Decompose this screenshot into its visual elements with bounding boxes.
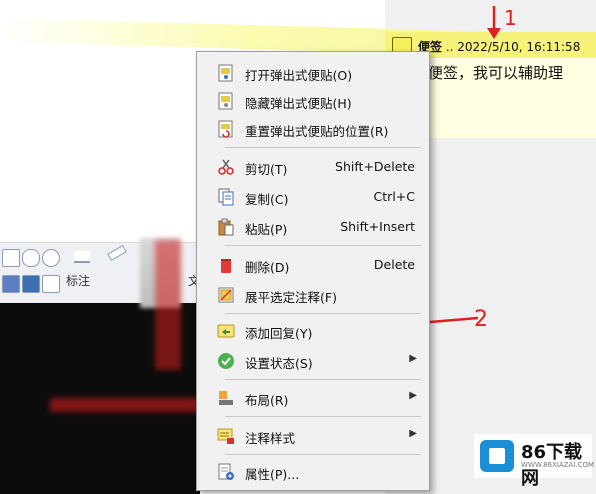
menu-item-add-reply[interactable]: 添加回复(Y) [197,317,429,345]
note-hide-icon [218,92,233,110]
image-tool-icon[interactable] [42,275,60,293]
paste-icon [218,218,234,236]
menu-separator [225,245,421,246]
annotation-arrow-1 [487,6,501,39]
context-menu: 打开弹出式便贴(O) 隐藏弹出式便贴(H) 重置弹出式便贴的位置(R) 剪切(T… [196,51,430,491]
toolbar-label-annotate[interactable]: 标注 [66,272,90,289]
area-tool-icon[interactable] [22,275,40,293]
menu-item-label: 添加回复(Y) [245,326,313,341]
menu-item-label: 删除(D) [245,260,290,275]
menu-item-paste[interactable]: 粘贴(P) Shift+Insert [197,213,429,241]
note-title: 便签 .. 2022/5/10, 16:11:58 [418,38,580,55]
note-open-icon [218,64,233,82]
scissors-icon [218,159,234,175]
menu-item-hide-popup[interactable]: 隐藏弹出式便贴(H) [197,87,429,115]
flatten-icon [218,287,234,303]
submenu-arrow-icon: ▶ [409,428,417,439]
menu-item-label: 隐藏弹出式便贴(H) [245,96,352,111]
note-timestamp: .. 2022/5/10, 16:11:58 [442,40,581,54]
menu-item-label: 剪切(T) [245,162,288,177]
menu-item-delete[interactable]: 删除(D) Delete [197,251,429,279]
red-annotation-mark [155,240,181,370]
annotation-number-1: 1 [504,6,517,30]
submenu-arrow-icon: ▶ [409,353,417,364]
menu-item-label: 粘贴(P) [245,222,288,237]
note-icon [392,37,412,52]
menu-item-shortcut: Shift+Delete [335,159,415,174]
menu-item-reset-popup-position[interactable]: 重置弹出式便贴的位置(R) [197,115,429,143]
ellipse-tool-icon[interactable] [42,249,60,267]
scissors-tool-icon[interactable] [108,275,124,291]
status-check-icon [218,353,234,369]
reply-icon [217,324,235,338]
menu-separator [225,379,421,380]
menu-item-open-popup[interactable]: 打开弹出式便贴(O) [197,59,429,87]
stamp-tool-icon[interactable] [2,275,20,293]
menu-item-label: 设置状态(S) [245,356,313,371]
menu-separator [225,147,421,148]
line-tool-icon[interactable] [107,245,127,261]
menu-item-label: 注释样式 [245,431,296,446]
menu-separator [225,454,421,455]
menu-item-layout[interactable]: 布局(R) ▶ [197,384,429,412]
menu-item-label: 布局(R) [245,393,289,408]
watermark-cube-icon [489,448,505,464]
menu-item-set-status[interactable]: 设置状态(S) ▶ [197,347,429,375]
watermark-url: WWW.86XIAZAI.COM [521,461,595,469]
menu-item-label: 重置弹出式便贴的位置(R) [245,124,389,139]
properties-icon [218,463,234,480]
layout-icon [219,391,233,405]
submenu-arrow-icon: ▶ [409,390,417,401]
menu-item-label: 展平选定注释(F) [245,290,337,305]
annotation-style-icon [217,428,234,444]
menu-item-label: 复制(C) [245,192,289,207]
polygon-tool-icon[interactable] [22,249,40,267]
menu-item-properties[interactable]: 属性(P)... [197,458,429,486]
rectangle-tool-icon[interactable] [2,249,20,267]
menu-item-shortcut: Shift+Insert [340,219,415,234]
annotation-number-2: 2 [474,307,488,332]
menu-item-cut[interactable]: 剪切(T) Shift+Delete [197,153,429,181]
menu-item-label: 打开弹出式便贴(O) [245,68,353,83]
menu-item-annotation-style[interactable]: 注释样式 ▶ [197,422,429,450]
menu-item-label: 属性(P)... [245,467,300,482]
menu-separator [225,416,421,417]
trash-icon [221,259,231,273]
menu-item-shortcut: Ctrl+C [373,189,415,204]
note-reset-icon [218,120,233,138]
menu-separator [225,313,421,314]
note-text[interactable]: 便签，我可以辅助理 [428,62,563,83]
menu-item-shortcut: Delete [373,257,415,272]
red-annotation-mark-horizontal [50,398,200,412]
menu-item-flatten[interactable]: 展平选定注释(F) [197,281,429,309]
copy-icon [218,188,234,206]
menu-item-copy[interactable]: 复制(C) Ctrl+C [197,183,429,211]
measure-tool-icon[interactable] [74,251,90,263]
